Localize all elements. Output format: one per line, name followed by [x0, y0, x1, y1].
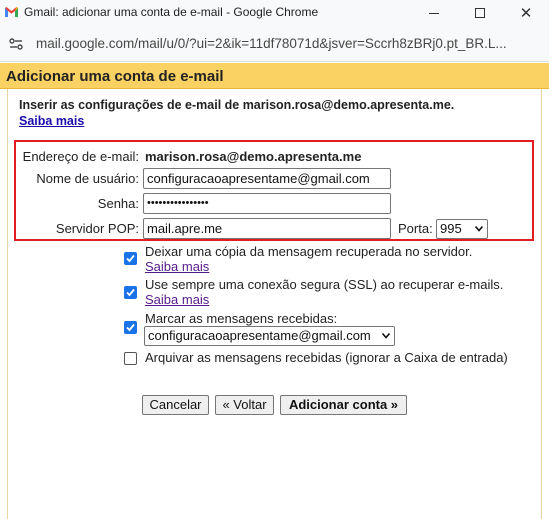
gmail-logo-icon	[5, 7, 18, 17]
password-input[interactable]: ••••••••••••••••	[143, 193, 391, 214]
ssl-checkbox[interactable]	[124, 286, 137, 299]
port-label: Porta:	[398, 221, 433, 236]
page-title: Adicionar uma conta de e-mail	[6, 68, 224, 85]
url-field[interactable]: mail.google.com/mail/u/0/?ui=2&ik=11df78…	[36, 36, 542, 51]
site-settings-icon[interactable]	[8, 36, 24, 52]
pop-server-input[interactable]: mail.apre.me	[143, 218, 391, 239]
close-icon: ✕	[519, 4, 533, 22]
intro-text: Inserir as configurações de e-mail de ma…	[19, 98, 455, 112]
minimize-button[interactable]	[411, 0, 457, 26]
minimize-icon	[429, 12, 439, 14]
ssl-label: Use sempre uma conexão segura (SSL) ao r…	[145, 277, 504, 292]
label-select-value: configuracaoapresentame@gmail.com	[148, 328, 371, 343]
pop-server-label: Servidor POP:	[55, 221, 139, 236]
maximize-button[interactable]	[457, 0, 503, 26]
checkmark-icon	[126, 288, 135, 297]
cancel-button[interactable]: Cancelar	[142, 395, 209, 415]
username-label: Nome de usuário:	[36, 171, 139, 186]
chevron-down-icon	[475, 226, 483, 232]
ssl-learn-more-link[interactable]: Saiba mais	[145, 292, 209, 307]
back-button[interactable]: « Voltar	[215, 395, 274, 415]
port-select[interactable]: 995	[436, 219, 488, 239]
email-value: marison.rosa@demo.apresenta.me	[145, 149, 362, 164]
learn-more-link[interactable]: Saiba mais	[19, 114, 84, 128]
page-header: Adicionar uma conta de e-mail	[0, 63, 549, 89]
checkmark-icon	[126, 254, 135, 263]
keep-copy-learn-more-link[interactable]: Saiba mais	[145, 259, 209, 274]
label-select[interactable]: configuracaoapresentame@gmail.com	[144, 326, 395, 346]
archive-label: Arquivar as mensagens recebidas (ignorar…	[145, 350, 508, 365]
label-messages-checkbox[interactable]	[124, 321, 137, 334]
window-title: Gmail: adicionar uma conta de e-mail - G…	[24, 5, 319, 19]
chevron-down-icon	[382, 333, 390, 339]
checkmark-icon	[126, 323, 135, 332]
port-select-value: 995	[440, 221, 462, 236]
username-input[interactable]: configuracaoapresentame@gmail.com	[143, 168, 391, 189]
maximize-icon	[475, 8, 485, 18]
close-button[interactable]: ✕	[503, 0, 549, 26]
keep-copy-checkbox[interactable]	[124, 252, 137, 265]
window-titlebar: Gmail: adicionar uma conta de e-mail - G…	[0, 0, 549, 26]
address-bar: mail.google.com/mail/u/0/?ui=2&ik=11df78…	[0, 26, 549, 62]
password-label: Senha:	[97, 196, 139, 211]
keep-copy-label: Deixar uma cópia da mensagem recuperada …	[145, 244, 473, 259]
add-account-button[interactable]: Adicionar conta »	[280, 395, 407, 415]
label-messages-label: Marcar as mensagens recebidas:	[145, 311, 338, 326]
email-label: Endereço de e-mail:	[22, 149, 139, 164]
archive-checkbox[interactable]	[124, 352, 137, 365]
